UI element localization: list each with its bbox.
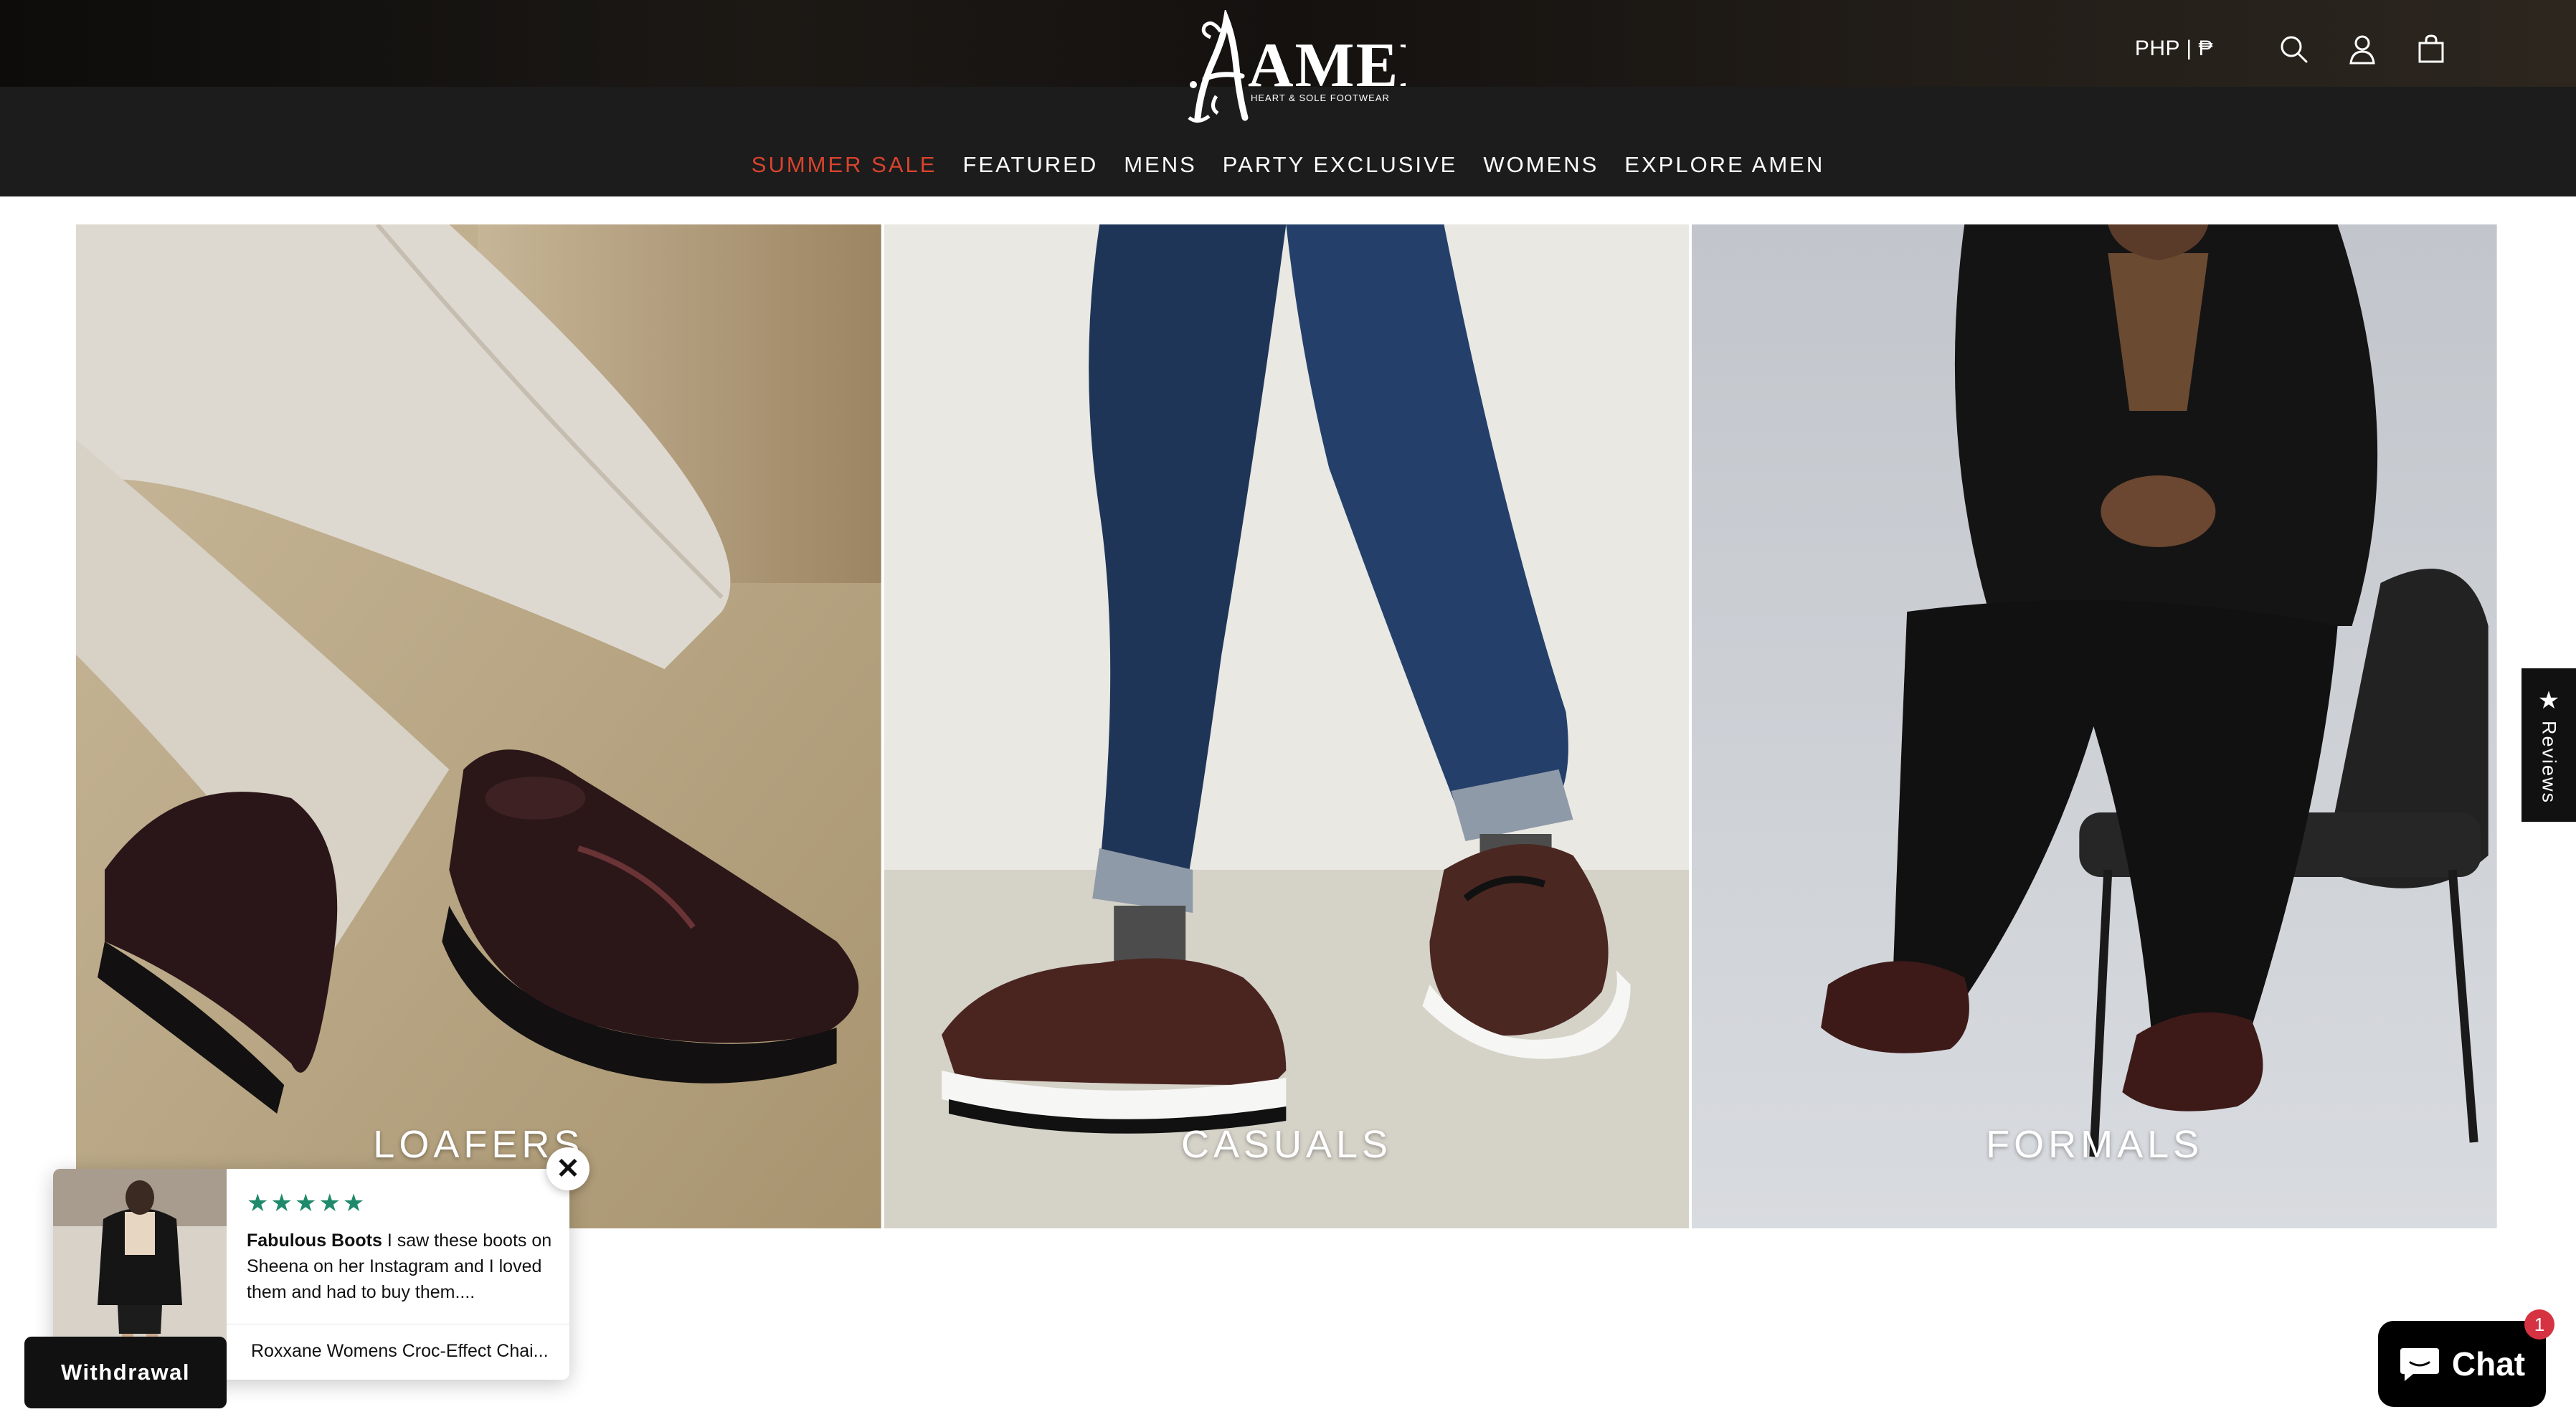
review-title: Fabulous Boots bbox=[247, 1231, 382, 1251]
main-nav: SUMMER SALE FEATURED MENS PARTY EXCLUSIV… bbox=[0, 143, 2576, 186]
category-tile-formals[interactable]: FORMALS bbox=[1692, 224, 2498, 1228]
account-icon[interactable] bbox=[2339, 26, 2385, 72]
logo-tagline: HEART & SOLE FOOTWEAR bbox=[1251, 93, 1390, 103]
nav-mens[interactable]: MENS bbox=[1124, 152, 1197, 178]
review-stars: ★★★★★ bbox=[247, 1190, 367, 1217]
search-icon[interactable] bbox=[2270, 26, 2316, 72]
loafers-image bbox=[76, 224, 881, 1228]
currency-selector[interactable]: PHP | ₱ bbox=[2135, 37, 2213, 61]
chat-label: Chat bbox=[2451, 1345, 2526, 1383]
category-label-casuals: CASUALS bbox=[1180, 1123, 1393, 1166]
cart-icon[interactable] bbox=[2408, 26, 2454, 72]
star-icon: ★ bbox=[2537, 686, 2560, 714]
logo-mark: AMEN HEART & SOLE FOOTWEAR bbox=[1188, 7, 1445, 123]
nav-featured[interactable]: FEATURED bbox=[962, 152, 1098, 178]
category-label-loafers: LOAFERS bbox=[373, 1123, 584, 1166]
casuals-image bbox=[884, 224, 1690, 1228]
close-icon: ✕ bbox=[556, 1153, 580, 1185]
formals-image bbox=[1692, 224, 2498, 1228]
nav-summer-sale[interactable]: SUMMER SALE bbox=[752, 152, 937, 178]
brand-logo[interactable]: AMEN HEART & SOLE FOOTWEAR bbox=[1176, 7, 1445, 125]
chat-notification-badge: 1 bbox=[2524, 1309, 2554, 1340]
category-tile-casuals[interactable]: CASUALS bbox=[884, 224, 1690, 1228]
reviews-tab-label: Reviews bbox=[2538, 720, 2560, 805]
review-text: Fabulous Boots I saw these boots on Shee… bbox=[247, 1228, 555, 1305]
category-label-formals: FORMALS bbox=[1986, 1123, 2204, 1166]
chat-button[interactable]: Chat bbox=[2378, 1321, 2546, 1407]
nav-womens[interactable]: WOMENS bbox=[1483, 152, 1599, 178]
category-grid: LOAFERS CASUALS FORMALS bbox=[76, 224, 2498, 1228]
withdrawal-button[interactable]: Withdrawal bbox=[24, 1337, 227, 1408]
svg-text:AMEN: AMEN bbox=[1248, 31, 1406, 100]
review-body: ★★★★★ Fabulous Boots I saw these boots o… bbox=[247, 1189, 555, 1305]
nav-party-exclusive[interactable]: PARTY EXCLUSIVE bbox=[1223, 152, 1458, 178]
review-product-link[interactable]: Roxxane Womens Croc-Effect Chai... bbox=[251, 1341, 549, 1362]
close-review-button[interactable]: ✕ bbox=[546, 1147, 589, 1190]
header-actions: PHP | ₱ bbox=[2135, 26, 2454, 72]
chat-bubble-icon bbox=[2400, 1348, 2439, 1381]
reviews-side-tab[interactable]: ★ Reviews bbox=[2521, 668, 2576, 822]
nav-explore-amen[interactable]: EXPLORE AMEN bbox=[1624, 152, 1824, 178]
category-tile-loafers[interactable]: LOAFERS bbox=[76, 224, 881, 1228]
